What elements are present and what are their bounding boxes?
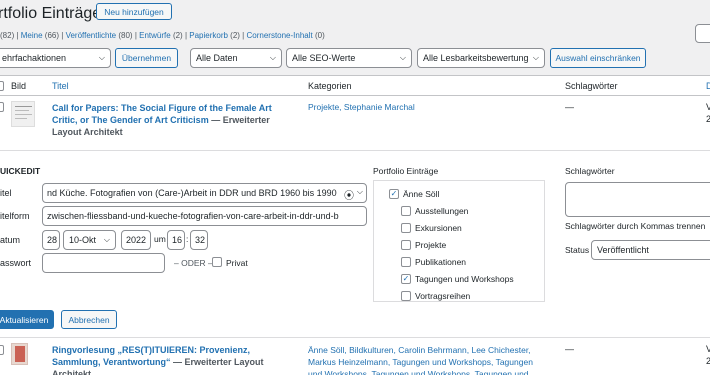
search-box-edge[interactable]: [695, 24, 710, 43]
category-label: Tagungen und Workshops: [415, 274, 514, 284]
category-label: Projekte: [415, 240, 447, 250]
day-input[interactable]: 28: [42, 230, 60, 250]
category-checkbox-tagungen[interactable]: ✓: [401, 274, 411, 284]
row-date-status: V: [706, 102, 710, 112]
view-trash[interactable]: Papierkorb: [189, 31, 228, 40]
title-label: itel: [0, 188, 12, 198]
date-filter-select[interactable]: Alle Daten ⌵: [190, 48, 282, 68]
chevron-down-icon: ⌵: [98, 53, 105, 62]
category-label: Vortragsreihen: [415, 291, 471, 301]
bulk-actions-select[interactable]: ehrfachaktionen ⌵: [0, 48, 111, 68]
at-label: um: [154, 234, 166, 244]
readability-filter-select[interactable]: Alle Lesbarkeitsbewertung ⌵: [417, 48, 545, 68]
minute-input[interactable]: 32: [190, 230, 208, 250]
category-label: Änne Söll: [403, 189, 440, 199]
category-checkbox-publikationen[interactable]: [401, 257, 411, 267]
post-thumbnail: [11, 101, 35, 127]
password-field[interactable]: [42, 253, 165, 273]
view-drafts[interactable]: Entwürfe: [139, 31, 171, 40]
row-date-value: 2: [706, 356, 710, 366]
time-separator: :: [186, 234, 189, 244]
categories-heading: Portfolio Einträge: [373, 166, 439, 176]
chevron-down-icon: ⌵: [530, 53, 539, 63]
row-checkbox[interactable]: [0, 102, 4, 112]
cancel-button[interactable]: Abbrechen: [61, 310, 117, 329]
view-all-count[interactable]: (82): [0, 31, 14, 40]
category-label: Ausstellungen: [415, 206, 469, 216]
category-checkbox-exkursionen[interactable]: [401, 223, 411, 233]
or-separator: – ODER –: [174, 258, 213, 268]
view-cornerstone[interactable]: Cornerstone-Inhalt: [246, 31, 312, 40]
slug-field[interactable]: zwischen-fliessband-und-kueche-fotografi…: [42, 206, 367, 226]
column-title[interactable]: Titel: [52, 81, 69, 91]
view-published[interactable]: Veröffentlichte: [66, 31, 117, 40]
row-categories[interactable]: Projekte, Stephanie Marchal: [308, 102, 415, 112]
password-label: asswort: [0, 258, 32, 268]
column-tags: Schlagwörter: [565, 81, 618, 91]
tags-textarea[interactable]: [565, 182, 710, 217]
column-categories: Kategorien: [308, 81, 352, 91]
month-select[interactable]: 10-Okt ⌵: [63, 230, 116, 250]
title-field[interactable]: nd Küche. Fotografien von (Care-)Arbeit …: [42, 183, 367, 203]
update-button[interactable]: Aktualisieren: [0, 310, 54, 329]
post-thumbnail: [11, 343, 28, 365]
apply-button[interactable]: Übernehmen: [115, 48, 178, 68]
add-new-button[interactable]: Neu hinzufügen: [96, 3, 172, 20]
slug-label: itelform: [0, 211, 30, 221]
column-date[interactable]: D: [706, 81, 710, 91]
chevron-down-icon: ⌵: [269, 53, 276, 62]
category-label: Publikationen: [415, 257, 467, 267]
seo-filter-select[interactable]: Alle SEO-Werte ⌵: [286, 48, 412, 68]
header-checkbox[interactable]: [0, 81, 4, 91]
tags-heading: Schlagwörter: [565, 166, 615, 176]
row-date-status: V: [706, 344, 710, 354]
private-checkbox[interactable]: [212, 257, 222, 267]
date-label: atum: [0, 235, 21, 245]
gear-icon: ⦿: [344, 187, 354, 202]
chevron-down-icon: ⌵: [356, 187, 363, 197]
row-tags: —: [565, 102, 574, 112]
views-list: (82) | Meine (66) | Veröffentlichte (80)…: [0, 31, 325, 40]
category-checkbox-projekte[interactable]: [401, 240, 411, 250]
column-image: Bild: [11, 81, 27, 91]
tags-hint: Schlagwörter durch Kommas trennen: [565, 221, 706, 231]
table-row[interactable]: Call for Papers: The Social Figure of th…: [52, 102, 287, 138]
row-categories[interactable]: Änne Söll, Bildkulturen, Carolin Behrman…: [308, 344, 540, 375]
category-checkbox-anne-soell[interactable]: ✓: [389, 189, 399, 199]
table-row[interactable]: Ringvorlesung „RES(T)ITUIEREN: Provenien…: [52, 344, 287, 375]
status-label: Status: [565, 245, 590, 255]
chevron-down-icon: ⌵: [399, 53, 406, 62]
view-mine[interactable]: Meine: [21, 31, 43, 40]
restrict-filter-button[interactable]: Auswahl einschränken: [550, 48, 646, 68]
page-title: rtfolio Einträge: [0, 5, 102, 22]
quickedit-heading: UICKEDIT: [0, 166, 41, 176]
row-tags: —: [565, 344, 574, 354]
status-select[interactable]: Veröffentlicht: [591, 240, 710, 260]
row-date-value: 2: [706, 114, 710, 124]
private-label: Privat: [226, 258, 248, 268]
row-checkbox[interactable]: [0, 345, 4, 355]
chevron-down-icon: ⌵: [103, 235, 110, 244]
category-label: Exkursionen: [415, 223, 462, 233]
hour-input[interactable]: 16: [167, 230, 185, 250]
category-checkbox-vortragsreihen[interactable]: [401, 291, 411, 301]
year-input[interactable]: 2022: [121, 230, 151, 250]
category-checkbox-ausstellungen[interactable]: [401, 206, 411, 216]
